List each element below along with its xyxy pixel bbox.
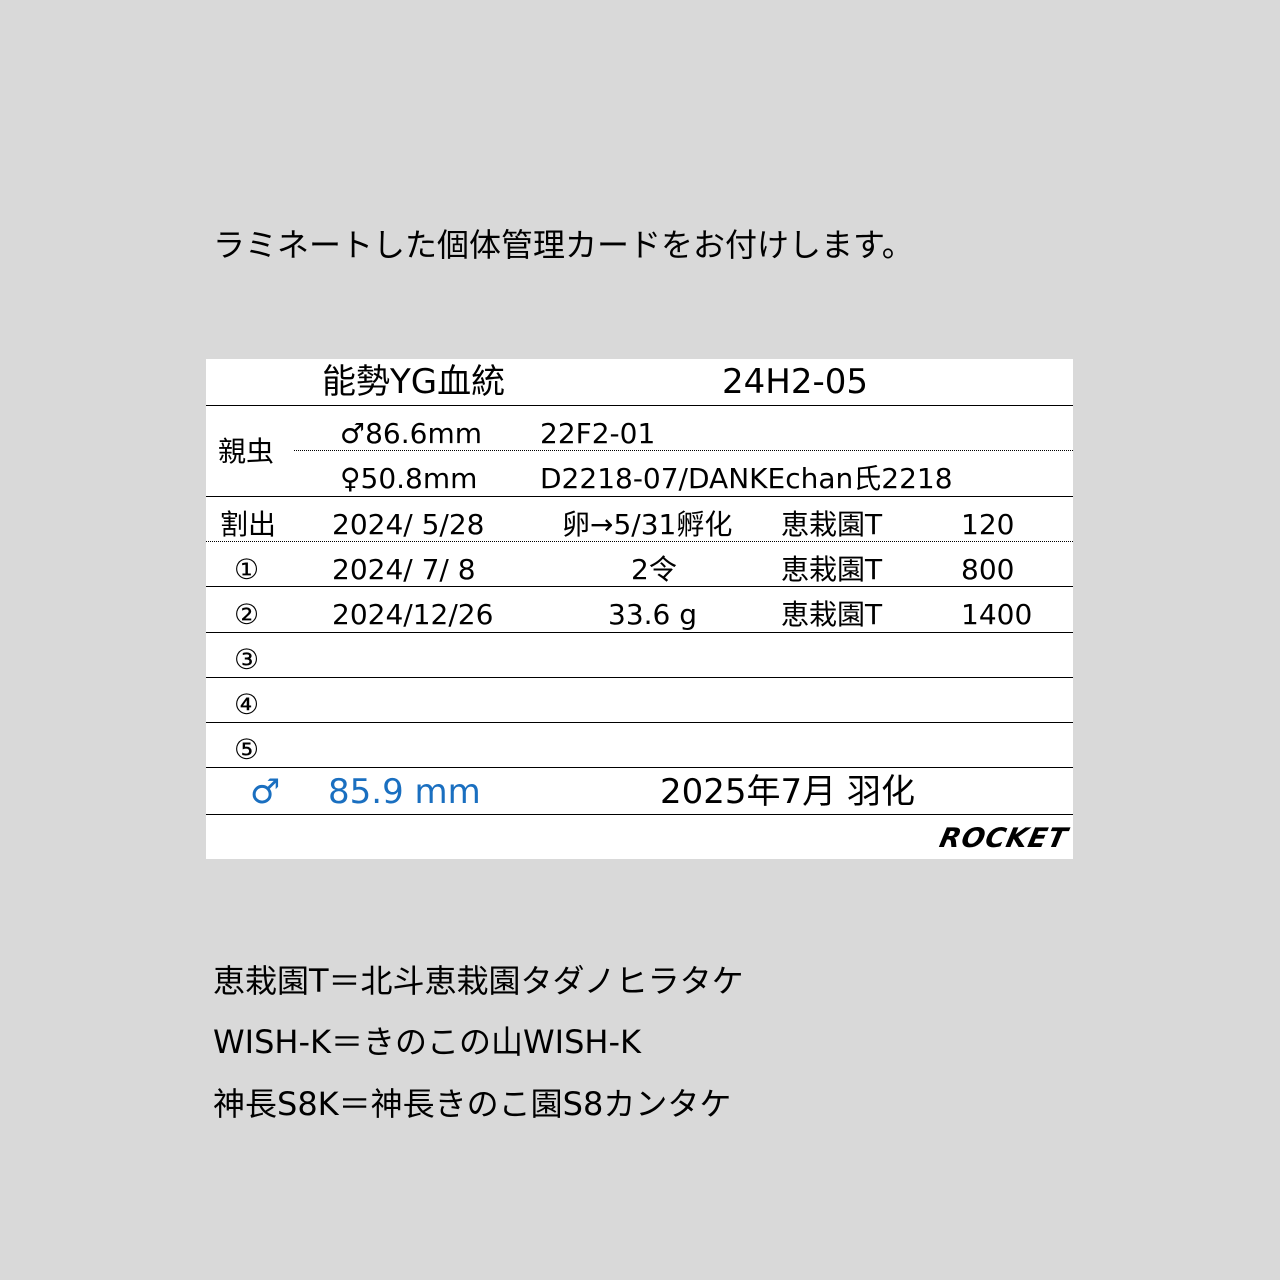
legend-line: WISH-K＝きのこの山WISH-K <box>213 1023 641 1061</box>
row-date: 2024/12/26 <box>332 598 494 631</box>
row-date: 2024/ 7/ 8 <box>332 553 476 586</box>
divider <box>206 677 1073 678</box>
row-date: 2024/ 5/28 <box>332 508 485 541</box>
divider <box>206 405 1073 406</box>
lineage-title: 能勢YG血統 <box>322 362 506 402</box>
divider <box>206 496 1073 497</box>
divider <box>206 814 1073 815</box>
female-parent-id: D2218-07/DANKEchan氏2218 <box>540 462 953 495</box>
row-volume: 800 <box>961 553 1015 586</box>
row-note: 2令 <box>631 553 677 586</box>
row-volume: 120 <box>961 508 1015 541</box>
brand-logo: ROCKET <box>936 823 1071 854</box>
dotted-divider <box>206 541 1073 542</box>
emergence-date: 2025年7月 羽化 <box>660 772 915 812</box>
parents-label: 親虫 <box>218 435 275 468</box>
divider <box>206 586 1073 587</box>
row-substrate: 恵栽園T <box>781 508 883 541</box>
row-substrate: 恵栽園T <box>781 598 883 631</box>
divider <box>206 632 1073 633</box>
row-substrate: 恵栽園T <box>781 553 883 586</box>
row-label: ② <box>234 598 260 631</box>
row-label: ③ <box>234 643 260 676</box>
row-label: ① <box>234 553 260 586</box>
male-parent-size: ♂86.6mm <box>340 417 482 450</box>
dotted-divider <box>294 450 1073 451</box>
male-parent-id: 22F2-01 <box>540 417 656 450</box>
row-note: 33.6 g <box>608 598 698 631</box>
female-parent-size: ♀50.8mm <box>340 462 478 495</box>
row-label: ④ <box>234 688 260 721</box>
row-volume: 1400 <box>961 598 1033 631</box>
divider <box>206 767 1073 768</box>
result-sex-icon: ♂ <box>250 772 281 812</box>
legend-line: 恵栽園T＝北斗恵栽園タダノヒラタケ <box>213 962 744 1000</box>
row-label: ⑤ <box>234 733 260 766</box>
individual-id: 24H2-05 <box>722 362 868 402</box>
row-label: 割出 <box>220 508 277 541</box>
legend-line: 神長S8K＝神長きのこ園S8カンタケ <box>213 1085 732 1123</box>
management-card: 能勢YG血統 24H2-05 親虫 ♂86.6mm 22F2-01 ♀50.8m… <box>206 359 1073 859</box>
row-note: 卵→5/31孵化 <box>562 508 733 541</box>
intro-text: ラミネートした個体管理カードをお付けします。 <box>213 226 914 264</box>
divider <box>206 722 1073 723</box>
result-size: 85.9 mm <box>328 772 481 812</box>
